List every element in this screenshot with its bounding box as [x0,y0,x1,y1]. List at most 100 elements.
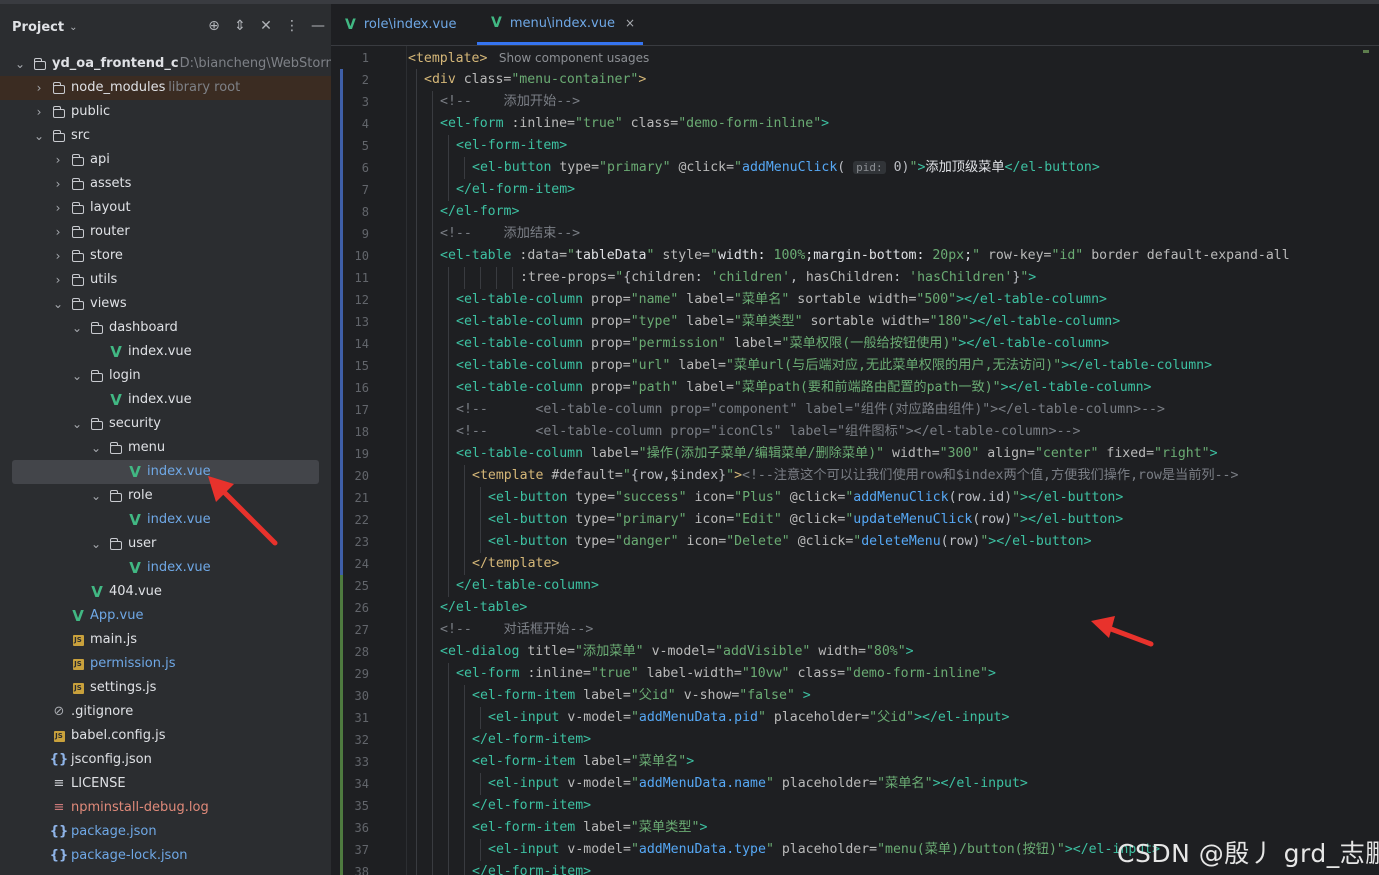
chevron-down-icon[interactable]: ⌄ [71,364,83,388]
chevron-down-icon[interactable]: ⌄ [90,484,102,508]
vcs-change-marker[interactable] [340,69,343,91]
code-line[interactable]: <!-- 对话框开始--> [440,619,593,641]
tree-item[interactable]: ⌄ dashboard [0,316,331,340]
chevron-right-icon[interactable]: › [33,100,45,124]
vcs-change-marker[interactable] [340,795,343,817]
chevron-right-icon[interactable]: › [52,196,64,220]
vcs-change-marker[interactable] [340,663,343,685]
code-line[interactable]: :tree-props="{children: 'children', hasC… [520,267,1036,289]
code-line[interactable]: <el-table-column prop="permission" label… [456,333,1109,355]
code-line[interactable]: <el-input v-model="addMenuData.type" pla… [488,839,1160,861]
code-line[interactable]: <el-table-column prop="path" label="菜单pa… [456,377,1151,399]
chevron-down-icon[interactable]: ⌄ [90,436,102,460]
code-line[interactable]: <!-- <el-table-column prop="component" l… [456,399,1165,421]
tree-item[interactable]: › public [0,100,331,124]
vcs-change-marker[interactable] [340,333,343,355]
tree-item[interactable]: › api [0,148,331,172]
vcs-change-marker[interactable] [340,487,343,509]
vcs-change-marker[interactable] [340,113,343,135]
more-options-icon[interactable]: ⋮ [279,18,305,34]
vcs-change-marker[interactable] [340,245,343,267]
inspection-status-marker[interactable] [1363,50,1369,53]
vcs-change-marker[interactable] [340,465,343,487]
tree-item[interactable]: JS permission.js [0,652,331,676]
tree-item[interactable]: V 404.vue [0,580,331,604]
chevron-right-icon[interactable]: › [33,76,45,100]
tree-item[interactable]: ⌄ login [0,364,331,388]
code-line[interactable]: <el-form-item label="菜单名"> [472,751,694,773]
tree-item[interactable]: ⌄ views [0,292,331,316]
vcs-change-marker[interactable] [340,641,343,663]
code-line[interactable]: </el-form> [440,201,519,223]
chevron-right-icon[interactable]: › [52,172,64,196]
tree-item[interactable]: › assets [0,172,331,196]
close-icon[interactable]: × [625,16,635,30]
vcs-change-marker[interactable] [340,707,343,729]
code-line[interactable]: <el-form :inline="true" label-width="10v… [456,663,996,685]
code-line[interactable]: <el-form-item label="父id" v-show="false"… [472,685,811,707]
code-line[interactable]: <!-- 添加结束--> [440,223,580,245]
tree-item[interactable]: Vindex.vue [0,388,331,412]
tree-item[interactable]: › store [0,244,331,268]
vcs-change-marker[interactable] [340,553,343,575]
tree-item[interactable]: › node_modules library root [0,76,331,100]
code-line[interactable]: </el-form-item> [472,795,591,817]
code-line[interactable]: </el-table-column> [456,575,599,597]
chevron-down-icon[interactable]: ⌄ [33,124,45,148]
chevron-down-icon[interactable]: ⌄ [69,22,77,33]
chevron-down-icon[interactable]: ⌄ [90,532,102,556]
vcs-change-marker[interactable] [340,751,343,773]
tree-item[interactable]: Vindex.vue [0,556,331,580]
code-line[interactable]: <!-- <el-table-column prop="iconCls" lab… [456,421,1080,443]
vcs-change-marker[interactable] [340,817,343,839]
tree-item[interactable]: JS babel.config.js [0,724,331,748]
code-line[interactable]: <el-button type="success" icon="Plus" @c… [488,487,1123,509]
vcs-change-marker[interactable] [340,619,343,641]
locate-file-icon[interactable]: ⊕ [201,18,227,34]
vcs-change-marker[interactable] [340,399,343,421]
code-line[interactable]: </el-form-item> [472,729,591,751]
tree-item[interactable]: ⌄ src [0,124,331,148]
code-line[interactable]: </template> [472,553,559,575]
tree-item[interactable]: › router [0,220,331,244]
code-line[interactable]: </el-form-item> [472,861,591,875]
chevron-right-icon[interactable]: › [52,268,64,292]
component-usages-hint[interactable]: Show component usages [487,51,649,65]
tree-item[interactable]: {} package-lock.json [0,844,331,868]
chevron-down-icon[interactable]: ⌄ [52,292,64,316]
code-line[interactable]: <el-input v-model="addMenuData.name" pla… [488,773,1028,795]
code-line[interactable]: <el-table-column prop="name" label="菜单名"… [456,289,1107,311]
code-line[interactable]: <!-- 添加开始--> [440,91,580,113]
code-line[interactable]: <el-button type="primary" icon="Edit" @c… [488,509,1123,531]
code-editor[interactable]: 1 2 3 4 5 6 7 8 9 10 11 12 13 14 15 16 17 18 19 20 21 22 23 24 2… [333,46,1379,875]
vcs-change-marker[interactable] [340,861,343,875]
code-line[interactable]: <el-button type="danger" icon="Delete" @… [488,531,1092,553]
vcs-change-marker[interactable] [340,377,343,399]
vcs-change-marker[interactable] [340,531,343,553]
vcs-change-marker[interactable] [340,201,343,223]
vcs-change-marker[interactable] [340,443,343,465]
tree-item[interactable]: ⌄ security [0,412,331,436]
tab-role-index-vue[interactable]: V role\index.vue [345,4,456,45]
collapse-all-icon[interactable]: ✕ [253,18,279,34]
chevron-down-icon[interactable]: ⌄ [14,52,26,76]
code-line[interactable]: </el-table> [440,597,527,619]
tree-item[interactable]: ⊘ .gitignore [0,700,331,724]
vcs-change-marker[interactable] [340,47,343,69]
code-line[interactable]: <el-form-item> [456,135,567,157]
tree-item[interactable]: JS main.js [0,628,331,652]
tree-item[interactable]: ≡ npminstall-debug.log [0,796,331,820]
code-line[interactable]: <el-table-column label="操作(添加子菜单/编辑菜单/删除… [456,443,1218,465]
minimize-icon[interactable]: — [305,18,331,34]
chevron-right-icon[interactable]: › [52,220,64,244]
vcs-change-marker[interactable] [340,135,343,157]
tree-item[interactable]: › utils [0,268,331,292]
code-line[interactable]: </el-form-item> [456,179,575,201]
tree-item[interactable]: {} package.json [0,820,331,844]
project-title[interactable]: Project [12,20,64,35]
chevron-right-icon[interactable]: › [52,148,64,172]
tree-item[interactable]: ⌄ menu [0,436,331,460]
vcs-change-marker[interactable] [340,685,343,707]
vcs-change-marker[interactable] [340,421,343,443]
code-line[interactable]: <el-form-item label="菜单类型"> [472,817,707,839]
